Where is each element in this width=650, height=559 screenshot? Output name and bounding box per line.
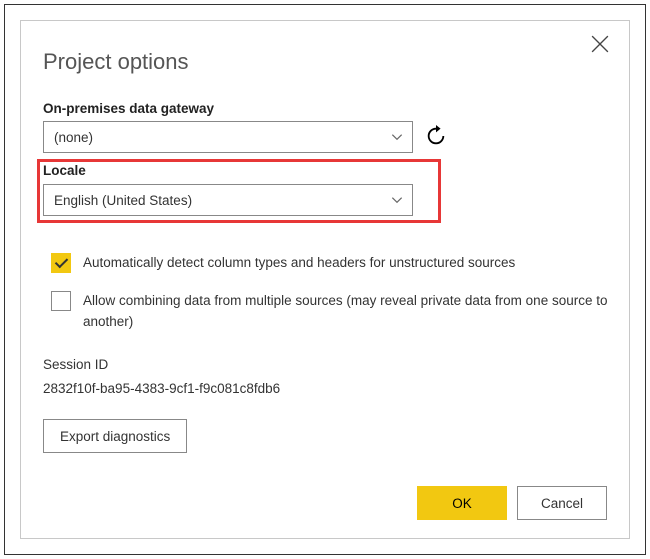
close-icon [591, 35, 609, 53]
gateway-dropdown[interactable]: (none) [43, 121, 413, 153]
gateway-label: On-premises data gateway [43, 101, 214, 116]
auto-detect-row: Automatically detect column types and he… [51, 253, 611, 274]
auto-detect-label: Automatically detect column types and he… [83, 253, 515, 274]
cancel-button[interactable]: Cancel [517, 486, 607, 520]
locale-label: Locale [43, 163, 86, 178]
session-id-label: Session ID [43, 357, 108, 372]
dialog-footer: OK Cancel [417, 486, 607, 520]
dialog-title: Project options [43, 49, 189, 75]
gateway-row: (none) [43, 121, 449, 153]
locale-dropdown[interactable]: English (United States) [43, 184, 413, 216]
export-label: Export diagnostics [60, 429, 170, 444]
allow-combine-label: Allow combining data from multiple sourc… [83, 291, 611, 333]
export-diagnostics-button[interactable]: Export diagnostics [43, 419, 187, 453]
allow-combine-checkbox[interactable] [51, 291, 71, 311]
session-id-value: 2832f10f-ba95-4383-9cf1-f9c081c8fdb6 [43, 381, 280, 396]
close-button[interactable] [591, 35, 611, 55]
auto-detect-checkbox[interactable] [51, 253, 71, 273]
locale-value: English (United States) [54, 193, 192, 208]
refresh-button[interactable] [425, 125, 449, 149]
chevron-down-icon [390, 193, 404, 207]
project-options-dialog: Project options On-premises data gateway… [20, 20, 630, 539]
refresh-icon [425, 125, 447, 147]
ok-label: OK [452, 496, 472, 511]
chevron-down-icon [390, 130, 404, 144]
gateway-value: (none) [54, 130, 93, 145]
allow-combine-row: Allow combining data from multiple sourc… [51, 291, 611, 333]
cancel-label: Cancel [541, 496, 583, 511]
ok-button[interactable]: OK [417, 486, 507, 520]
